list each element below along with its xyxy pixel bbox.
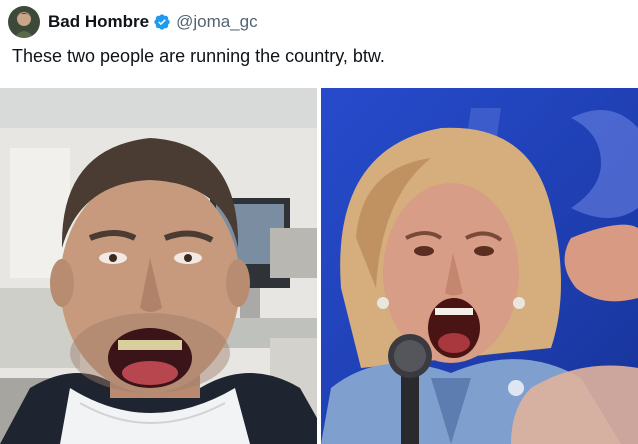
verified-badge-icon (153, 13, 171, 31)
tweet-text: These two people are running the country… (12, 46, 385, 66)
media-grid (0, 88, 638, 444)
display-name[interactable]: Bad Hombre (48, 12, 149, 32)
photo-right[interactable] (321, 88, 638, 444)
avatar[interactable] (8, 6, 40, 38)
photo-left[interactable] (0, 88, 317, 444)
tweet-header: Bad Hombre @joma_gc (8, 6, 258, 38)
tweet-card: Bad Hombre @joma_gc These two people are… (0, 0, 638, 444)
user-handle[interactable]: @joma_gc (176, 12, 258, 32)
